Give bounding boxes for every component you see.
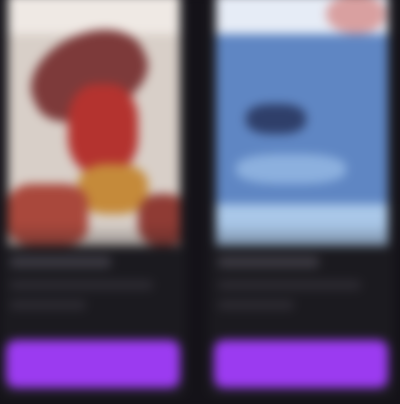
card-title <box>218 256 319 268</box>
content-grid <box>0 0 400 404</box>
action-button[interactable] <box>6 340 180 388</box>
card-detail <box>218 300 294 310</box>
content-card[interactable] <box>208 0 394 398</box>
card-subtitle <box>10 280 153 290</box>
action-button[interactable] <box>214 340 388 388</box>
card-subtitle <box>218 280 361 290</box>
poster-shape <box>8 0 180 34</box>
poster-image[interactable] <box>8 0 180 246</box>
card-meta <box>10 256 178 326</box>
card-meta <box>218 256 386 326</box>
card-title <box>10 256 111 268</box>
poster-shape <box>68 84 138 174</box>
card-detail <box>10 300 86 310</box>
poster-shape <box>236 154 346 184</box>
poster-shape <box>246 104 306 134</box>
poster-shape <box>78 164 148 214</box>
poster-image[interactable] <box>216 0 388 246</box>
content-card[interactable] <box>0 0 186 398</box>
blurred-screen <box>0 0 400 404</box>
